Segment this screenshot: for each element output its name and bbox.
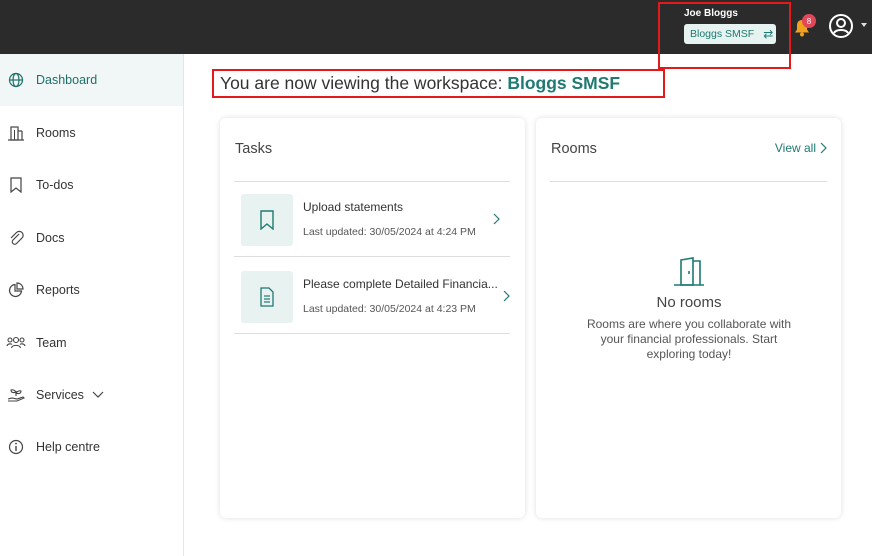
sidebar-item-to-dos[interactable]: To-dos xyxy=(0,159,183,211)
pie-chart-icon xyxy=(6,280,26,300)
account-caret-icon[interactable] xyxy=(861,23,867,27)
team-icon xyxy=(6,333,26,353)
empty-state-text: Rooms are where you collaborate with you… xyxy=(586,317,792,361)
door-icon xyxy=(674,257,704,286)
divider xyxy=(550,181,827,182)
task-updated: Last updated: 30/05/2024 at 4:23 PM xyxy=(303,303,476,315)
task-title: Please complete Detailed Financia... xyxy=(303,277,498,291)
notification-badge: 8 xyxy=(802,14,816,28)
sidebar-item-dashboard[interactable]: Dashboard xyxy=(0,54,183,106)
sidebar: Dashboard Rooms To-dos Docs Reports Team xyxy=(0,54,184,556)
sidebar-item-reports[interactable]: Reports xyxy=(0,264,183,316)
building-icon xyxy=(6,123,26,143)
task-title: Upload statements xyxy=(303,200,404,214)
info-icon xyxy=(6,437,26,457)
tasks-card: Tasks Upload statements Last updated: 30… xyxy=(220,118,525,518)
sidebar-item-label: Dashboard xyxy=(36,73,98,87)
document-icon xyxy=(241,271,293,323)
highlight-box-heading xyxy=(212,69,665,98)
sidebar-item-label: Help centre xyxy=(36,440,100,454)
account-icon[interactable] xyxy=(828,13,854,39)
bookmark-icon xyxy=(6,175,26,195)
globe-icon xyxy=(6,70,26,90)
chevron-right-icon xyxy=(820,142,827,154)
sidebar-item-docs[interactable]: Docs xyxy=(0,212,183,264)
view-all-link[interactable]: View all xyxy=(775,141,827,155)
task-item[interactable]: Please complete Detailed Financia... Las… xyxy=(234,258,510,334)
sidebar-item-team[interactable]: Team xyxy=(0,317,183,369)
sidebar-item-label: Rooms xyxy=(36,126,76,140)
rooms-card: Rooms View all No rooms Rooms are where … xyxy=(536,118,841,518)
sidebar-item-services[interactable]: Services xyxy=(0,369,183,421)
chevron-down-icon[interactable] xyxy=(92,388,104,402)
sidebar-item-label: Reports xyxy=(36,283,80,297)
highlight-box-user xyxy=(658,2,791,69)
sidebar-item-label: Team xyxy=(36,336,67,350)
task-updated: Last updated: 30/05/2024 at 4:24 PM xyxy=(303,226,476,238)
task-item[interactable]: Upload statements Last updated: 30/05/20… xyxy=(234,181,510,257)
chevron-right-icon[interactable] xyxy=(493,213,500,225)
paperclip-icon xyxy=(6,228,26,248)
sidebar-item-label: Services xyxy=(36,388,84,402)
bookmark-icon xyxy=(241,194,293,246)
empty-state-title: No rooms xyxy=(656,294,722,311)
sidebar-item-rooms[interactable]: Rooms xyxy=(0,107,183,159)
hand-plant-icon xyxy=(6,385,26,405)
top-bar: Joe Bloggs Bloggs SMSF ⇄ 8 xyxy=(0,0,872,69)
tasks-card-title: Tasks xyxy=(235,141,273,157)
sidebar-item-help-centre[interactable]: Help centre xyxy=(0,421,183,473)
view-all-label: View all xyxy=(774,141,816,155)
rooms-card-title: Rooms xyxy=(551,141,597,157)
sidebar-item-label: Docs xyxy=(36,231,65,245)
chevron-right-icon[interactable] xyxy=(503,290,510,302)
sidebar-item-label: To-dos xyxy=(36,178,74,192)
